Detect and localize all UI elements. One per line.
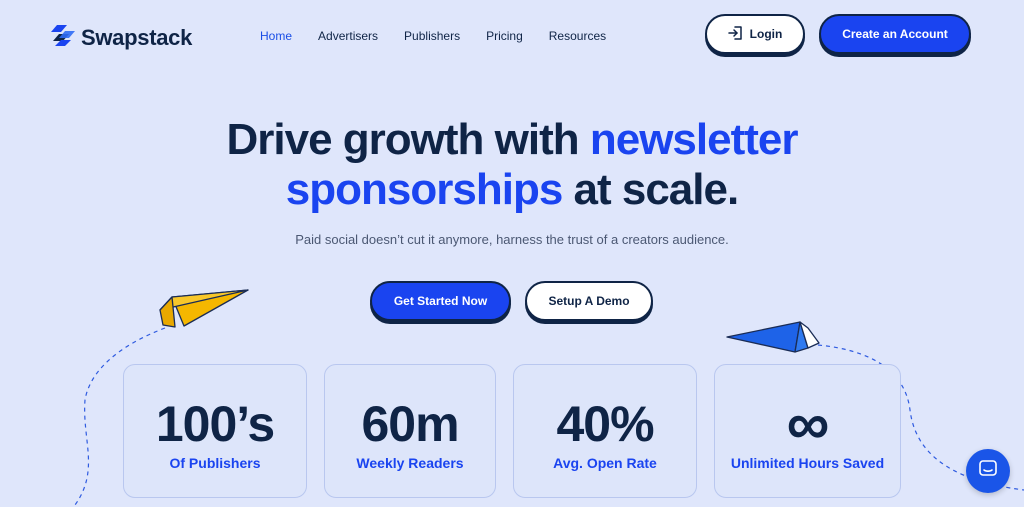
stat-card-open-rate: 40% Avg. Open Rate [513,364,697,498]
blue-paper-plane-icon [726,321,820,353]
stat-card-readers: 60m Weekly Readers [324,364,496,498]
stat-value: 100’s [155,396,275,452]
nav-item-pricing[interactable]: Pricing [486,29,523,43]
hero-subtitle: Paid social doesn’t cut it anymore, harn… [295,232,729,247]
nav-item-resources[interactable]: Resources [549,29,606,43]
yellow-paper-plane-icon [159,289,249,328]
stat-label: Weekly Readers [356,455,464,471]
stat-value: 40% [556,396,654,452]
hero-title-highlight1: newsletter [589,115,799,164]
login-button[interactable]: Login [705,14,805,54]
stat-card-publishers: 100’s Of Publishers [123,364,307,498]
main-nav: Home Advertisers Publishers Pricing Reso… [260,29,632,43]
swapstack-logo-icon [51,23,75,52]
hero-title-highlight2: sponsorships [285,165,563,214]
hero-title-part1: Drive growth with [226,115,590,164]
create-account-button[interactable]: Create an Account [819,14,971,54]
stat-label: Unlimited Hours Saved [730,455,885,471]
login-icon [727,25,744,44]
get-started-button[interactable]: Get Started Now [370,281,511,321]
stat-label: Avg. Open Rate [553,455,657,471]
hero-title-part2: at scale. [562,165,740,214]
nav-item-home[interactable]: Home [260,29,292,43]
stat-label: Of Publishers [169,455,261,471]
stat-card-hours-saved: ∞ Unlimited Hours Saved [714,364,901,498]
nav-item-publishers[interactable]: Publishers [404,29,460,43]
brand-name: Swapstack [81,24,193,50]
stat-value: 60m [361,396,459,452]
brand-logo[interactable]: Swapstack [51,23,192,52]
chat-icon [978,459,998,484]
setup-demo-button[interactable]: Setup A Demo [525,281,653,321]
chat-launcher-button[interactable] [966,449,1010,493]
stat-value: ∞ [786,390,830,457]
login-label: Login [749,27,783,41]
nav-item-advertisers[interactable]: Advertisers [318,29,378,43]
hero-title: Drive growth with newsletter sponsorship… [0,115,1024,215]
